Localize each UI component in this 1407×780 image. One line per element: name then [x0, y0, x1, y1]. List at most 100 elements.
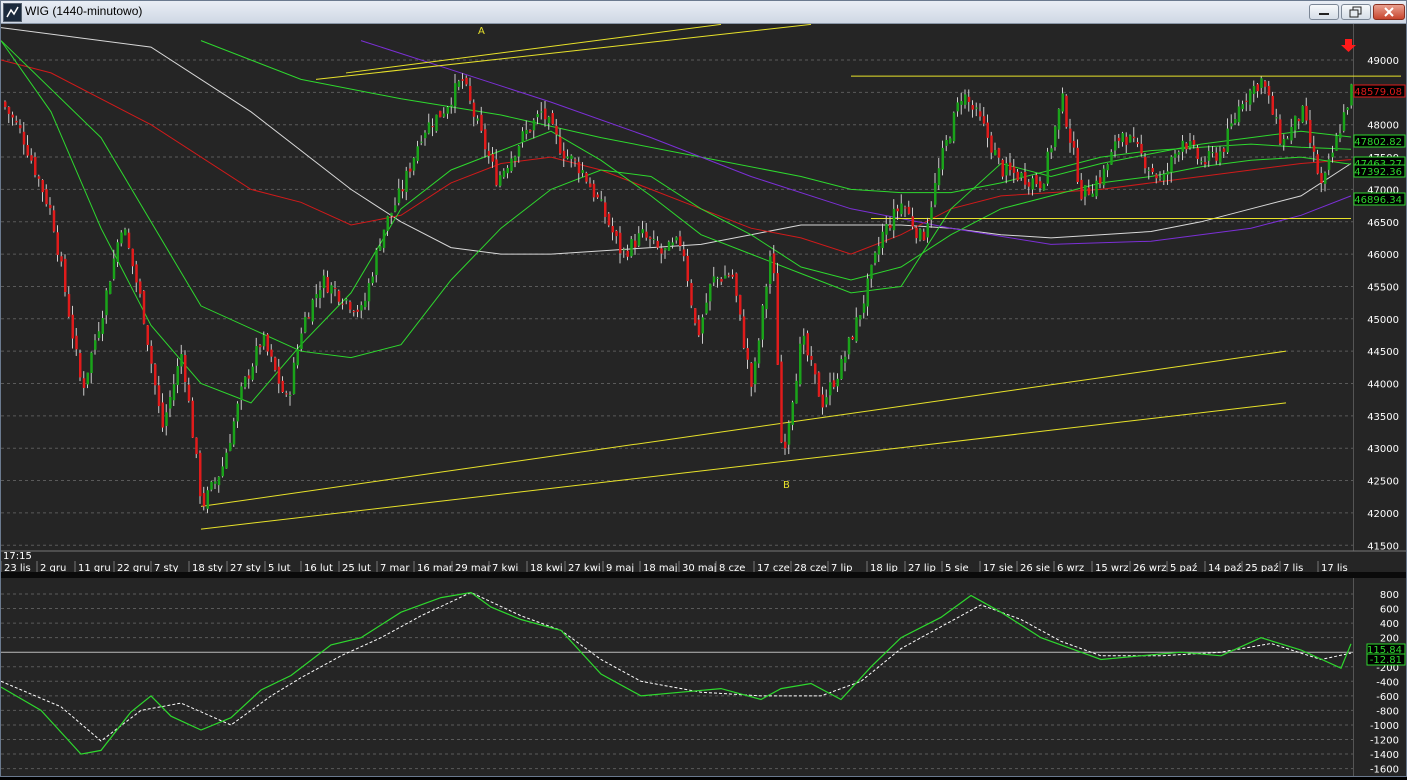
x-tick-label: 16 mar [417, 563, 454, 572]
candle-body [439, 110, 442, 118]
x-tick-label: 8 cze [719, 563, 745, 572]
candle-body [930, 207, 933, 220]
candle-body [251, 366, 254, 380]
candle-body [1125, 136, 1128, 145]
osc-y-tick-label: 200 [1380, 634, 1399, 645]
candle-body [641, 229, 644, 234]
candle-body [319, 290, 322, 298]
candle-body [244, 377, 247, 388]
candle-body [1046, 151, 1049, 184]
candle-body [874, 252, 877, 263]
price-chart-panel[interactable]: 4900048500480004750047000465004600045500… [0, 23, 1406, 574]
candle-body [349, 301, 352, 310]
candle-body [1196, 147, 1199, 160]
osc-y-tick-label: -800 [1376, 706, 1399, 717]
candle-body [727, 275, 731, 277]
candle-body [135, 264, 138, 283]
candle-body [656, 240, 659, 248]
candle-body [34, 156, 37, 175]
candle-body [829, 382, 832, 396]
candle-body [855, 317, 858, 342]
y-tick-label: 43500 [1367, 412, 1399, 423]
candle-body [630, 239, 633, 257]
close-icon [1384, 7, 1394, 17]
candle-body [671, 242, 674, 246]
x-tick-label: 18 maj [643, 563, 678, 572]
x-tick-label: 2 gru [40, 563, 66, 572]
x-tick-label: 18 lip [870, 563, 898, 572]
candle-body [964, 94, 967, 105]
candle-body [379, 246, 382, 251]
candle-body [1279, 119, 1282, 144]
candle-body [1117, 137, 1121, 141]
candle-body [922, 231, 926, 241]
candle-body [1260, 78, 1263, 88]
restore-button[interactable] [1341, 4, 1371, 20]
candle-body [454, 83, 457, 107]
candle-body [1211, 152, 1214, 154]
candle-body [1222, 148, 1226, 152]
candle-body [225, 452, 228, 469]
candle-body [581, 170, 584, 174]
candle-body [15, 120, 18, 123]
candle-body [1215, 152, 1218, 161]
candle-body [19, 125, 22, 129]
candle-body [491, 154, 494, 162]
oscillator-panel[interactable]: 800 600 400 200 -200 -400 -600 -800 -1000 -1200 -1… [0, 578, 1406, 776]
candle-body [1181, 140, 1184, 152]
candle-body [1331, 152, 1334, 158]
candle-body [772, 253, 776, 274]
candle-body [791, 402, 794, 425]
minimize-button[interactable] [1309, 4, 1339, 20]
moving-average-purple [360, 40, 1352, 245]
candle-body [840, 358, 843, 380]
candle-body [1016, 171, 1019, 181]
candle-body [86, 372, 89, 385]
candle-body [907, 206, 911, 214]
candle-body [1069, 128, 1072, 143]
x-tick-label: 23 lis [4, 563, 31, 572]
candle-body [247, 375, 251, 379]
title-bar[interactable]: WIG (1440-minutowo) [1, 1, 1406, 24]
candle-body [1035, 175, 1038, 185]
candle-body [660, 248, 663, 254]
candle-body [45, 189, 48, 205]
candle-body [607, 213, 611, 226]
candle-body [262, 334, 266, 347]
candle-body [1009, 162, 1012, 170]
candle-body [26, 145, 29, 156]
candle-body [611, 225, 614, 233]
candle-body [517, 146, 521, 157]
candle-body [949, 138, 952, 143]
candle-body [495, 159, 498, 186]
candle-body [514, 156, 517, 162]
price-chart[interactable]: 4900048500480004750047000465004600045500… [0, 23, 1406, 574]
candle-body [1316, 154, 1319, 174]
chart-app-icon [3, 3, 22, 22]
osc-y-tick-label: -1000 [1370, 721, 1399, 732]
candle-body [274, 357, 277, 371]
x-tick-label: 18 sty [192, 563, 223, 572]
candle-body [675, 237, 678, 241]
candle-body [1264, 81, 1267, 87]
candle-body [862, 303, 866, 313]
candle-body [382, 229, 386, 248]
candle-body [990, 135, 993, 153]
candle-body [97, 331, 101, 338]
candle-body [919, 229, 922, 240]
candle-body [1324, 172, 1327, 184]
time-label: 17:15 [3, 551, 32, 562]
candle-body [484, 129, 487, 150]
candle-body [1204, 162, 1207, 165]
candle-body [1342, 112, 1346, 131]
x-tick-label: 17 sie [983, 563, 1013, 572]
candle-body [821, 394, 824, 408]
osc-main-line [0, 591, 1352, 755]
candle-body [476, 118, 479, 121]
candle-body [532, 120, 536, 131]
candle-body [289, 394, 292, 396]
x-tick-label: 15 wrz [1095, 563, 1128, 572]
candle-body [154, 364, 157, 386]
oscillator-chart[interactable]: 800600400200-200-400-600-800-1000-1200-1… [0, 578, 1406, 776]
close-button[interactable] [1373, 4, 1405, 20]
